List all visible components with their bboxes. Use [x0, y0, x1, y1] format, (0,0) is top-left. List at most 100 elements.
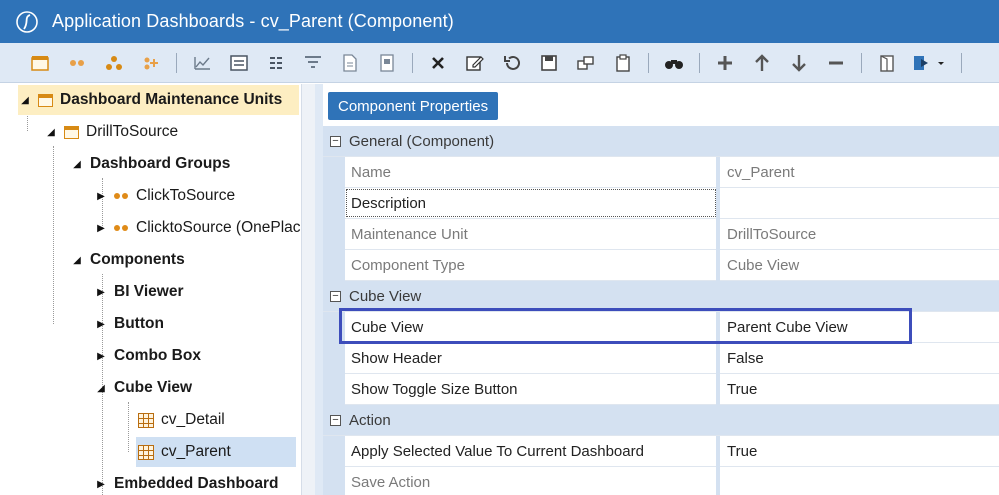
filter-icon[interactable]	[299, 49, 327, 77]
property-row[interactable]: Description	[323, 188, 999, 219]
property-label: Cube View	[351, 318, 424, 336]
minus-icon[interactable]	[822, 49, 850, 77]
tree-node-dashboard-groups[interactable]: ◢ Dashboard Groups	[70, 149, 230, 179]
expand-arrow-icon[interactable]: ▶	[94, 351, 108, 362]
binoculars-icon[interactable]	[660, 49, 688, 77]
dots-icon[interactable]	[63, 49, 91, 77]
component-properties-tab[interactable]: Component Properties	[328, 92, 499, 120]
tree-node-cube-view[interactable]: cv_Detail	[138, 405, 225, 435]
property-row[interactable]: Cube View Parent Cube View	[323, 312, 999, 343]
plus-icon[interactable]	[711, 49, 739, 77]
dashboard-unit-icon	[64, 125, 79, 139]
toolbar-separator	[699, 52, 700, 73]
app-logo-icon	[14, 9, 40, 35]
copy-icon[interactable]	[572, 49, 600, 77]
category-cube-view[interactable]: − Cube View	[323, 281, 999, 312]
tree-guide	[27, 114, 28, 131]
property-label: Component Type	[351, 256, 465, 274]
chart-icon[interactable]	[188, 49, 216, 77]
property-row[interactable]: Apply Selected Value To Current Dashboar…	[323, 436, 999, 467]
toolbar-separator	[648, 52, 649, 73]
collapse-toggle-icon[interactable]: −	[330, 291, 341, 302]
property-row[interactable]: Name cv_Parent	[323, 157, 999, 188]
property-value[interactable]: False	[721, 343, 999, 373]
tree-pane: ◢ Dashboard Maintenance Units ◢ DrillToS…	[18, 84, 315, 495]
toolbar-separator	[961, 52, 962, 73]
tree-scrollbar[interactable]	[301, 84, 315, 495]
property-value[interactable]	[721, 188, 999, 218]
tree-guide	[128, 402, 129, 452]
tree-node-group[interactable]: ▶ ClickToSource	[94, 181, 235, 211]
property-value[interactable]: True	[721, 436, 999, 466]
tree-node-component-type[interactable]: ▶ BI Viewer	[94, 277, 183, 307]
document-icon[interactable]	[336, 49, 364, 77]
dashboard-group-icon	[114, 225, 130, 231]
property-row[interactable]: Show Header False	[323, 343, 999, 374]
property-value[interactable]: Parent Cube View	[721, 312, 999, 342]
form-icon[interactable]	[225, 49, 253, 77]
tree-node-components[interactable]: ◢ Components	[70, 245, 185, 275]
property-row[interactable]: Maintenance Unit DrillToSource	[323, 219, 999, 250]
tree-node-component-type[interactable]: ▶ Button	[94, 309, 164, 339]
title-bar: Application Dashboards - cv_Parent (Comp…	[0, 0, 999, 43]
expand-arrow-icon[interactable]: ▶	[94, 223, 108, 234]
list-icon[interactable]	[262, 49, 290, 77]
toolbar-separator	[176, 52, 177, 73]
expand-arrow-icon[interactable]: ▶	[94, 191, 108, 202]
edit-icon[interactable]	[461, 49, 489, 77]
category-action[interactable]: − Action	[323, 405, 999, 436]
property-label: Show Toggle Size Button	[351, 380, 518, 398]
delete-icon[interactable]	[424, 49, 452, 77]
tree-node-group[interactable]: ▶ ClicktoSource (OnePlace)	[94, 213, 314, 243]
tree-node-root[interactable]: ◢ Dashboard Maintenance Units	[18, 85, 299, 115]
add-group-icon[interactable]	[137, 49, 165, 77]
expand-arrow-icon[interactable]: ▶	[94, 319, 108, 330]
arrow-up-icon[interactable]	[748, 49, 776, 77]
property-value[interactable]: True	[721, 374, 999, 404]
clipboard-icon[interactable]	[609, 49, 637, 77]
property-value[interactable]: cv_Parent	[721, 157, 999, 187]
page-icon[interactable]	[373, 49, 401, 77]
tree-node-cube-view-selected[interactable]: cv_Parent	[136, 437, 296, 467]
tree-node-component-type[interactable]: ◢ Cube View	[94, 373, 192, 403]
collapse-toggle-icon[interactable]: −	[330, 415, 341, 426]
property-label: Save Action	[351, 473, 431, 491]
property-row[interactable]: Component Type Cube View	[323, 250, 999, 281]
collapse-arrow-icon[interactable]: ◢	[18, 95, 32, 106]
property-row[interactable]: Save Action	[323, 467, 999, 495]
toolbar-separator	[861, 52, 862, 73]
property-row[interactable]: Show Toggle Size Button True	[323, 374, 999, 405]
property-value[interactable]	[721, 467, 999, 495]
property-value[interactable]: DrillToSource	[721, 219, 999, 249]
expand-arrow-icon[interactable]: ▶	[94, 479, 108, 490]
open-icon[interactable]	[873, 49, 901, 77]
tree-node-component-type[interactable]: ▶ Combo Box	[94, 341, 201, 371]
property-label: Apply Selected Value To Current Dashboar…	[351, 442, 644, 460]
tree-guide	[53, 146, 54, 324]
group-icon[interactable]	[100, 49, 128, 77]
dashboard-unit-icon	[38, 93, 53, 107]
toolbar-separator	[412, 52, 413, 73]
pane-splitter[interactable]	[315, 84, 323, 495]
property-label: Name	[351, 163, 392, 181]
collapse-arrow-icon[interactable]: ◢	[70, 255, 84, 266]
properties-pane: Component Properties − General (Componen…	[323, 84, 999, 495]
cube-view-icon	[138, 412, 154, 428]
run-icon[interactable]	[910, 49, 950, 77]
property-label: Maintenance Unit	[351, 225, 468, 243]
property-value[interactable]: Cube View	[721, 250, 999, 280]
collapse-toggle-icon[interactable]: −	[330, 136, 341, 147]
save-icon[interactable]	[535, 49, 563, 77]
dashboard-icon[interactable]	[26, 49, 54, 77]
window-title: Application Dashboards - cv_Parent (Comp…	[52, 11, 454, 31]
collapse-arrow-icon[interactable]: ◢	[44, 127, 58, 138]
tree-node-unit[interactable]: ◢ DrillToSource	[44, 117, 178, 147]
arrow-down-icon[interactable]	[785, 49, 813, 77]
toolbar	[0, 43, 999, 83]
undo-icon[interactable]	[498, 49, 526, 77]
collapse-arrow-icon[interactable]: ◢	[94, 383, 108, 394]
collapse-arrow-icon[interactable]: ◢	[70, 159, 84, 170]
expand-arrow-icon[interactable]: ▶	[94, 287, 108, 298]
category-general[interactable]: − General (Component)	[323, 126, 999, 157]
tree-node-component-type[interactable]: ▶ Embedded Dashboard	[94, 469, 278, 495]
